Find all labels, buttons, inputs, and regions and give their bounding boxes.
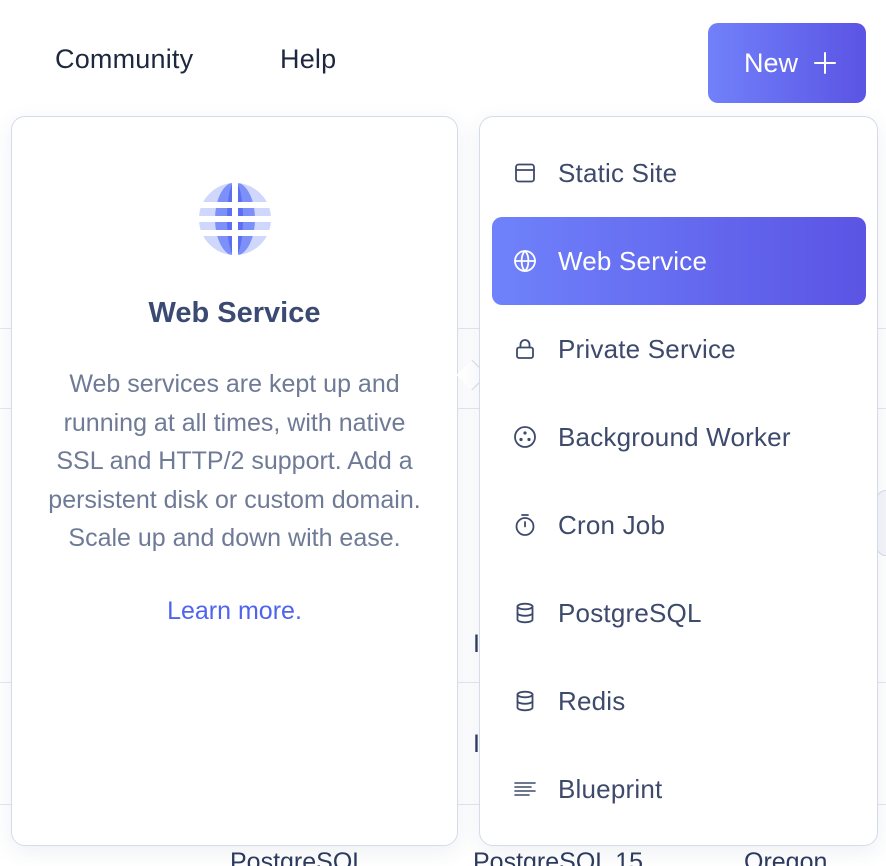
lock-icon	[512, 336, 538, 362]
nav-community-link[interactable]: Community	[55, 44, 193, 75]
menu-item-postgresql[interactable]: PostgreSQL	[492, 569, 866, 657]
menu-item-label: Static Site	[558, 157, 678, 188]
plus-icon	[814, 52, 836, 74]
stopwatch-icon	[512, 512, 538, 538]
menu-item-label: Redis	[558, 685, 626, 716]
menu-item-blueprint[interactable]: Blueprint	[492, 745, 866, 833]
service-info-card: Web Service Web services are kept up and…	[11, 116, 488, 846]
bg-table-cell-type: PostgreSQL	[230, 848, 367, 866]
globe-icon	[197, 181, 273, 257]
new-button[interactable]: New	[708, 23, 866, 103]
database-icon	[512, 688, 538, 714]
bg-table-cell-version: PostgreSQL 15	[473, 848, 644, 866]
menu-item-static-site[interactable]: Static Site	[492, 129, 866, 217]
database-icon	[512, 600, 538, 626]
text-lines-icon	[512, 776, 538, 802]
info-card-description: Web services are kept up and running at …	[48, 370, 421, 552]
page: I I PostgreSQL PostgreSQL 15 Oregon Comm…	[0, 0, 886, 866]
globe-icon	[512, 248, 538, 274]
browser-window-icon	[512, 160, 538, 186]
info-card-title: Web Service	[148, 297, 321, 329]
menu-item-label: Web Service	[558, 245, 708, 276]
menu-item-background-worker[interactable]: Background Worker	[492, 393, 866, 481]
menu-item-redis[interactable]: Redis	[492, 657, 866, 745]
menu-item-label: PostgreSQL	[558, 597, 702, 628]
new-service-menu: Static Site Web Service Private Service …	[479, 116, 878, 846]
menu-item-label: Private Service	[558, 333, 736, 364]
menu-item-label: Blueprint	[558, 773, 663, 804]
bg-table-cell-region: Oregon	[744, 848, 828, 866]
new-button-label: New	[743, 47, 798, 78]
menu-item-label: Background Worker	[558, 421, 791, 452]
worker-dots-icon	[512, 424, 538, 450]
menu-item-private-service[interactable]: Private Service	[492, 305, 866, 393]
learn-more-link[interactable]: Learn more.	[12, 597, 457, 626]
menu-item-web-service[interactable]: Web Service	[492, 217, 866, 305]
menu-item-label: Cron Job	[558, 509, 666, 540]
nav-help-link[interactable]: Help	[280, 44, 336, 75]
menu-item-cron-job[interactable]: Cron Job	[492, 481, 866, 569]
